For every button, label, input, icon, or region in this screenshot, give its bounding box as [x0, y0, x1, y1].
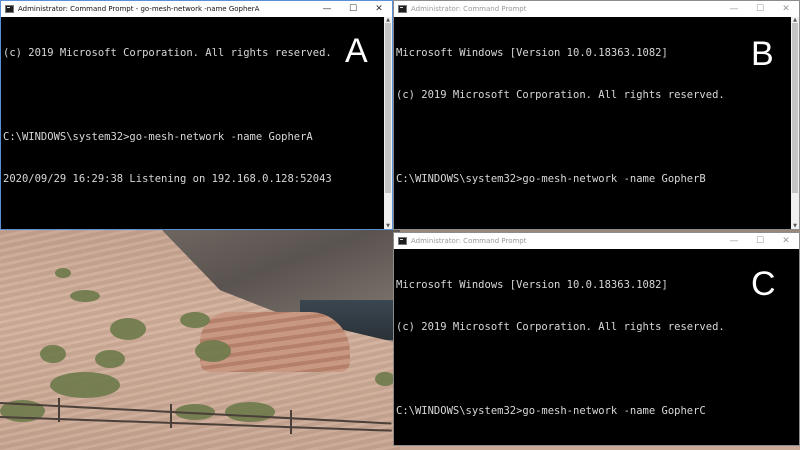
wallpaper-shrub	[95, 350, 125, 368]
console-app-icon[interactable]	[398, 5, 407, 13]
console-line: C:\WINDOWS\system32>go-mesh-network -nam…	[396, 405, 706, 417]
console-line: Microsoft Windows [Version 10.0.18363.10…	[396, 279, 668, 291]
console-app-icon[interactable]	[398, 237, 407, 245]
scroll-down-arrow-icon[interactable]: ▼	[791, 223, 799, 229]
vertical-scrollbar[interactable]: ▲ ▼	[791, 17, 799, 229]
console-output[interactable]: Microsoft Windows [Version 10.0.18363.10…	[394, 17, 799, 229]
minimize-button[interactable]: —	[314, 1, 340, 17]
wallpaper-shrub	[50, 372, 120, 398]
console-line: (c) 2019 Microsoft Corporation. All righ…	[396, 321, 725, 333]
maximize-button[interactable]: ☐	[747, 1, 773, 17]
maximize-button[interactable]: ☐	[340, 1, 366, 17]
command-prompt-window-b[interactable]: Administrator: Command Prompt — ☐ ✕ Micr…	[393, 0, 800, 230]
window-title: Administrator: Command Prompt	[411, 5, 527, 13]
window-titlebar[interactable]: Administrator: Command Prompt — ☐ ✕	[394, 1, 799, 17]
close-button[interactable]: ✕	[773, 1, 799, 17]
window-titlebar[interactable]: Administrator: Command Prompt - go-mesh-…	[1, 1, 392, 17]
command-prompt-window-a[interactable]: Administrator: Command Prompt - go-mesh-…	[0, 0, 393, 230]
window-title: Administrator: Command Prompt - go-mesh-…	[18, 5, 260, 13]
scrollbar-thumb[interactable]	[792, 23, 798, 193]
close-button[interactable]: ✕	[773, 233, 799, 249]
window-title: Administrator: Command Prompt	[411, 237, 527, 245]
vertical-scrollbar[interactable]: ▲ ▼	[384, 17, 392, 229]
close-button[interactable]: ✕	[366, 1, 392, 17]
minimize-button[interactable]: —	[721, 1, 747, 17]
console-output[interactable]: Microsoft Windows [Version 10.0.18363.10…	[394, 249, 799, 445]
window-label-c: C	[751, 265, 776, 303]
console-line: 2020/09/29 16:29:38 Listening on 192.168…	[3, 173, 332, 185]
scrollbar-thumb[interactable]	[385, 23, 391, 193]
console-line: (c) 2019 Microsoft Corporation. All righ…	[396, 89, 725, 101]
wallpaper-shrub	[225, 402, 275, 422]
console-line: C:\WINDOWS\system32>go-mesh-network -nam…	[396, 173, 706, 185]
window-label-a: A	[345, 32, 368, 70]
minimize-button[interactable]: —	[721, 233, 747, 249]
wallpaper-railing-post	[58, 398, 60, 422]
console-output[interactable]: (c) 2019 Microsoft Corporation. All righ…	[1, 17, 392, 229]
console-line: Microsoft Windows [Version 10.0.18363.10…	[396, 47, 668, 59]
wallpaper-shrub	[110, 318, 146, 340]
command-prompt-window-c[interactable]: Administrator: Command Prompt — ☐ ✕ Micr…	[393, 232, 800, 446]
wallpaper-shrub	[40, 345, 66, 363]
wallpaper-shrub	[180, 312, 210, 328]
wallpaper-shrub	[195, 340, 231, 362]
wallpaper-shrub	[375, 372, 395, 386]
console-app-icon[interactable]	[5, 5, 14, 13]
wallpaper-railing-post	[290, 410, 292, 434]
wallpaper-shrub	[55, 268, 71, 278]
window-label-b: B	[751, 35, 774, 73]
wallpaper-shrub	[70, 290, 100, 302]
wallpaper-railing-post	[170, 404, 172, 428]
scroll-down-arrow-icon[interactable]: ▼	[384, 223, 392, 229]
console-line: C:\WINDOWS\system32>go-mesh-network -nam…	[3, 131, 313, 143]
window-titlebar[interactable]: Administrator: Command Prompt — ☐ ✕	[394, 233, 799, 249]
maximize-button[interactable]: ☐	[747, 233, 773, 249]
console-line: (c) 2019 Microsoft Corporation. All righ…	[3, 47, 332, 59]
